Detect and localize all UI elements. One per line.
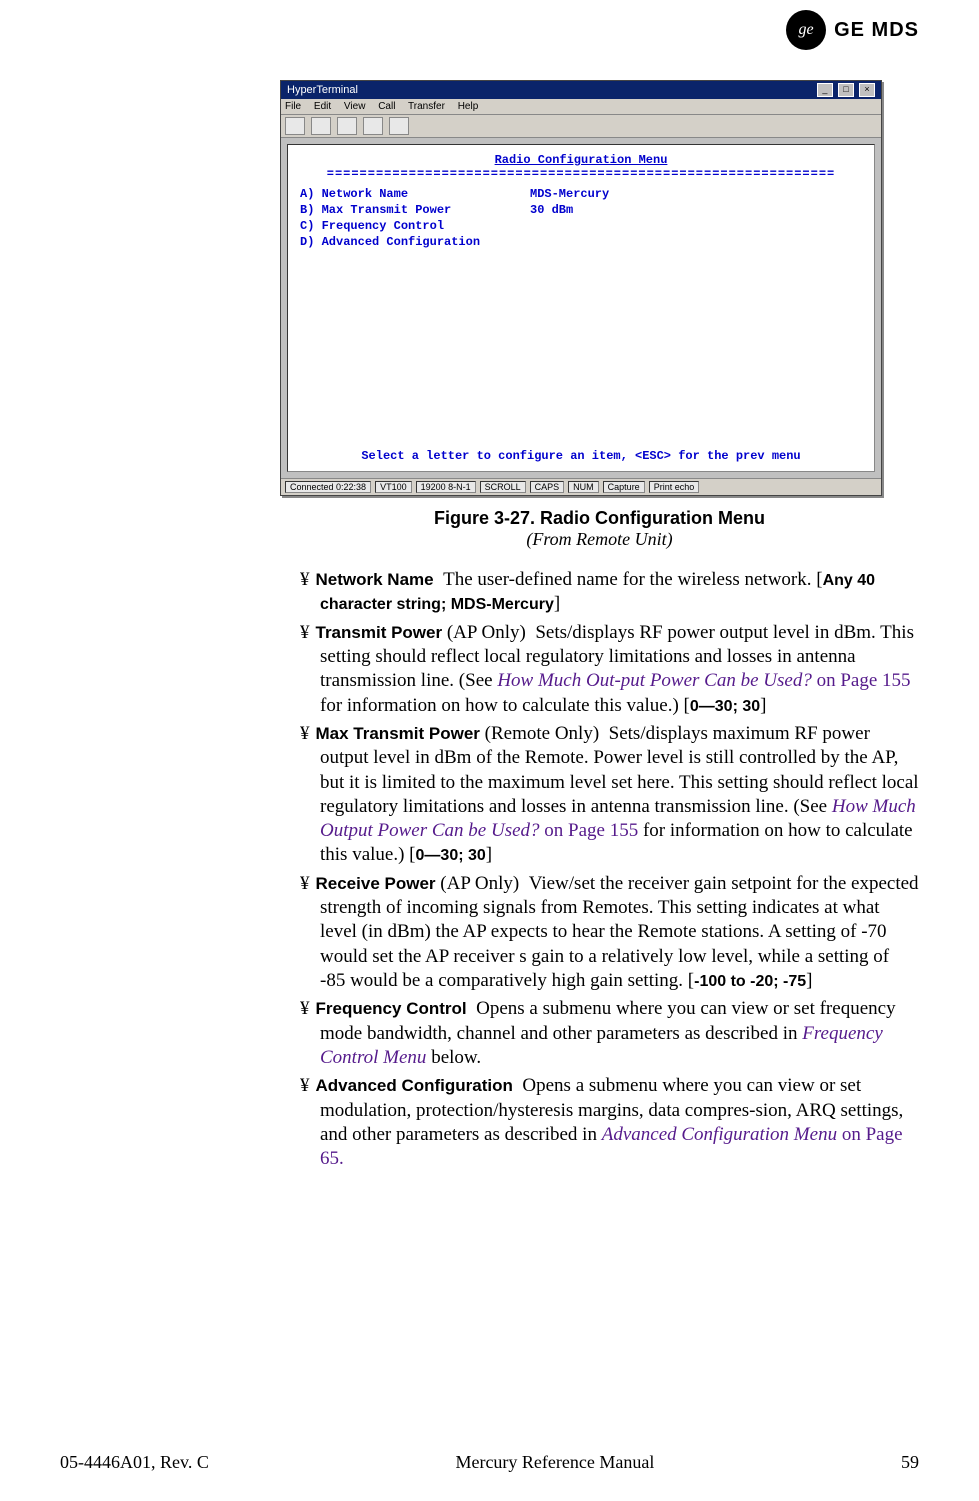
bullet-marker: ¥ bbox=[300, 873, 316, 894]
terminal-value-a: MDS-Mercury bbox=[530, 187, 609, 201]
text-network-name: The user-defined name for the wireless n… bbox=[443, 569, 811, 590]
page-footer: 05-4446A01, Rev. C Mercury Reference Man… bbox=[60, 1452, 919, 1473]
text-transmit-power-2: for information on how to calculate this… bbox=[320, 695, 690, 716]
terminal-value-b: 30 dBm bbox=[530, 203, 573, 217]
toolbar-btn bbox=[311, 117, 331, 135]
bullet-advanced-config: ¥Advanced Configuration Opens a submenu … bbox=[280, 1074, 919, 1171]
toolbar-btn bbox=[363, 117, 383, 135]
footer-center: Mercury Reference Manual bbox=[455, 1452, 654, 1473]
status-num: NUM bbox=[568, 481, 599, 493]
label-receive-power: Receive Power bbox=[316, 874, 436, 893]
terminal-row: B) Max Transmit Power 30 dBm bbox=[300, 203, 862, 217]
header-logo: ge GE MDS bbox=[786, 10, 919, 50]
bullet-transmit-power: ¥Transmit Power (AP Only) Sets/displays … bbox=[280, 621, 919, 718]
bullet-max-transmit-power: ¥Max Transmit Power (Remote Only) Sets/d… bbox=[280, 722, 919, 868]
terminal-row: C) Frequency Control bbox=[300, 219, 862, 233]
bullet-marker: ¥ bbox=[300, 569, 316, 590]
figure-caption: Figure 3-27. Radio Configuration Menu bbox=[280, 508, 919, 529]
status-capture: Capture bbox=[603, 481, 645, 493]
terminal-area: Radio Configuration Menu ===============… bbox=[287, 144, 875, 472]
close-icon: × bbox=[859, 83, 875, 97]
bullet-marker: ¥ bbox=[300, 998, 316, 1019]
label-advanced-config: Advanced Configuration bbox=[316, 1076, 513, 1095]
text-freq-2: below. bbox=[426, 1047, 481, 1068]
terminal-item-d: D) Advanced Configuration bbox=[300, 235, 530, 249]
ge-logo-icon: ge bbox=[786, 10, 826, 50]
menu-transfer: Transfer bbox=[408, 101, 445, 112]
bullet-list: ¥Network Name The user-defined name for … bbox=[280, 568, 919, 1172]
terminal-row: D) Advanced Configuration bbox=[300, 235, 862, 249]
link-page-2: on Page 155 bbox=[540, 820, 639, 841]
bullet-marker: ¥ bbox=[300, 1075, 316, 1096]
window-title: HyperTerminal bbox=[287, 84, 358, 96]
status-scroll: SCROLL bbox=[480, 481, 526, 493]
window-toolbar bbox=[281, 115, 881, 138]
brand-text: GE MDS bbox=[834, 19, 919, 42]
label-frequency-control: Frequency Control bbox=[316, 999, 467, 1018]
toolbar-btn bbox=[285, 117, 305, 135]
menu-call: Call bbox=[378, 101, 395, 112]
bullet-marker: ¥ bbox=[300, 622, 316, 643]
label-network-name: Network Name bbox=[316, 570, 434, 589]
note-receive-power: (AP Only) bbox=[436, 873, 520, 894]
footer-right: 59 bbox=[901, 1452, 919, 1473]
main-content: HyperTerminal _ □ × File Edit View Call … bbox=[280, 0, 919, 1172]
page: ge GE MDS HyperTerminal _ □ × File Edit … bbox=[0, 0, 979, 1501]
window-statusbar: Connected 0:22:38 VT100 19200 8-N-1 SCRO… bbox=[281, 478, 881, 495]
menu-help: Help bbox=[458, 101, 479, 112]
label-transmit-power: Transmit Power bbox=[316, 623, 443, 642]
note-max-transmit: (Remote Only) bbox=[480, 723, 599, 744]
maximize-icon: □ bbox=[838, 83, 854, 97]
label-max-transmit: Max Transmit Power bbox=[316, 724, 480, 743]
terminal-row: A) Network Name MDS-Mercury bbox=[300, 187, 862, 201]
constraint-max-transmit: 0—30; 30 bbox=[416, 847, 486, 864]
figure-subcaption: (From Remote Unit) bbox=[280, 529, 919, 550]
terminal-item-c: C) Frequency Control bbox=[300, 219, 530, 233]
link-page-1: on Page 155 bbox=[812, 670, 911, 691]
constraint-transmit-power: 0—30; 30 bbox=[690, 698, 760, 715]
menu-file: File bbox=[285, 101, 301, 112]
menu-view: View bbox=[344, 101, 366, 112]
terminal-prompt: Select a letter to configure an item, <E… bbox=[288, 449, 874, 463]
terminal-window: HyperTerminal _ □ × File Edit View Call … bbox=[280, 80, 882, 496]
minimize-icon: _ bbox=[817, 83, 833, 97]
toolbar-btn bbox=[389, 117, 409, 135]
bullet-frequency-control: ¥Frequency Control Opens a submenu where… bbox=[280, 997, 919, 1070]
footer-left: 05-4446A01, Rev. C bbox=[60, 1452, 209, 1473]
window-titlebar: HyperTerminal _ □ × bbox=[281, 81, 881, 99]
ge-logo-text: ge bbox=[799, 21, 814, 39]
window-menubar: File Edit View Call Transfer Help bbox=[281, 99, 881, 115]
toolbar-btn bbox=[337, 117, 357, 135]
link-output-power-1: How Much Out-put Power Can be Used? bbox=[497, 670, 812, 691]
terminal-title: Radio Configuration Menu bbox=[300, 153, 862, 167]
status-serial: 19200 8-N-1 bbox=[416, 481, 476, 493]
bullet-marker: ¥ bbox=[300, 723, 316, 744]
status-emulation: VT100 bbox=[375, 481, 412, 493]
status-caps: CAPS bbox=[530, 481, 565, 493]
constraint-receive-power: -100 to -20; -75 bbox=[694, 973, 806, 990]
bullet-network-name: ¥Network Name The user-defined name for … bbox=[280, 568, 919, 617]
link-adv-menu: Advanced Configuration Menu bbox=[602, 1124, 837, 1145]
terminal-item-b: B) Max Transmit Power bbox=[300, 203, 530, 217]
menu-edit: Edit bbox=[314, 101, 331, 112]
status-connected: Connected 0:22:38 bbox=[285, 481, 371, 493]
note-transmit-power: (AP Only) bbox=[442, 622, 526, 643]
window-controls: _ □ × bbox=[815, 83, 875, 97]
status-print: Print echo bbox=[649, 481, 700, 493]
terminal-divider: ========================================… bbox=[300, 167, 862, 181]
terminal-item-a: A) Network Name bbox=[300, 187, 530, 201]
bullet-receive-power: ¥Receive Power (AP Only) View/set the re… bbox=[280, 872, 919, 994]
